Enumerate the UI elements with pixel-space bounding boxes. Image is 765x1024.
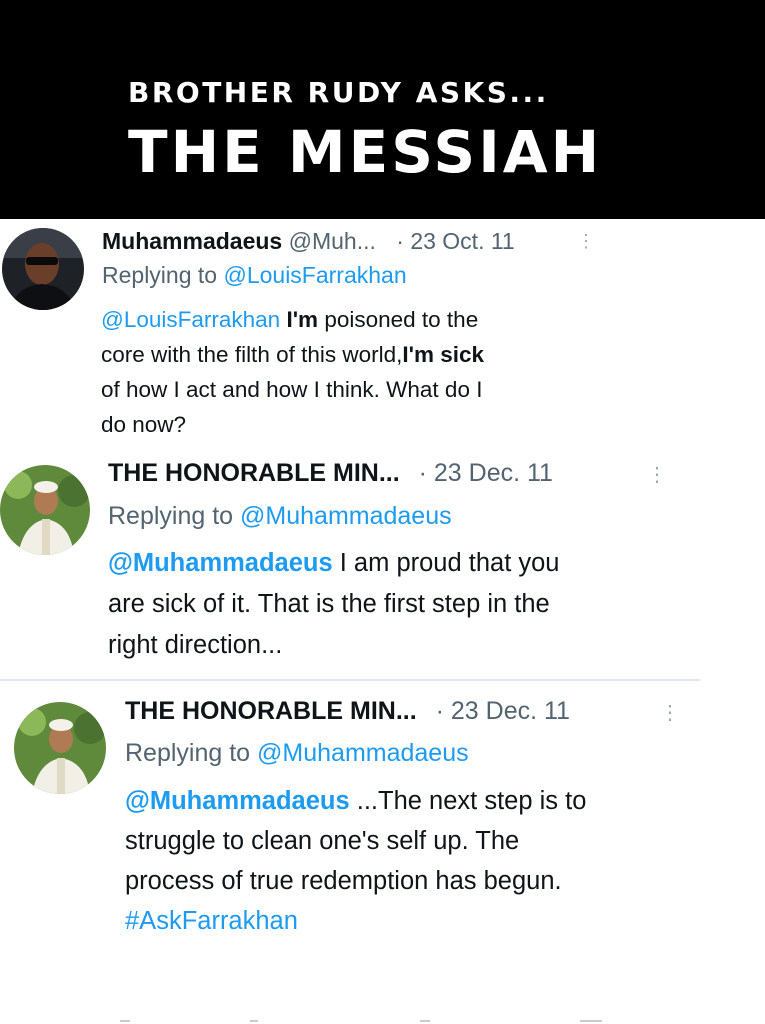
avatar[interactable] bbox=[14, 702, 106, 794]
mention-link[interactable]: @LouisFarrakhan bbox=[101, 307, 280, 332]
tweet-text: @Muhammadaeus I am proud that you are si… bbox=[108, 549, 560, 659]
more-vertical-icon[interactable]: ⋮ bbox=[577, 231, 595, 252]
reply-to-link[interactable]: @LouisFarrakhan bbox=[223, 262, 406, 288]
banner-title: THE MESSIAH bbox=[128, 118, 603, 186]
more-vertical-icon[interactable]: ⋮ bbox=[647, 462, 667, 487]
avatar[interactable] bbox=[2, 228, 84, 310]
avatar[interactable] bbox=[0, 465, 90, 555]
author-name[interactable]: THE HONORABLE MIN... bbox=[108, 459, 400, 487]
tweet-date[interactable]: · 23 Dec. 11 bbox=[419, 459, 553, 487]
tweet-divider bbox=[0, 679, 700, 681]
avatar-image bbox=[14, 702, 106, 794]
tweet-date[interactable]: · 23 Oct. 11 bbox=[396, 228, 514, 254]
replying-label: Replying to bbox=[102, 262, 218, 288]
reply-to-link[interactable]: @Muhammadaeus bbox=[257, 739, 469, 767]
replying-label: Replying to bbox=[108, 502, 234, 530]
tweet-date[interactable]: · 23 Dec. 11 bbox=[436, 697, 570, 725]
more-vertical-icon[interactable]: ⋮ bbox=[660, 700, 680, 725]
cropped-content-edge bbox=[120, 1020, 602, 1022]
banner-subtitle: BROTHER RUDY ASKS... bbox=[128, 76, 549, 109]
avatar-image bbox=[2, 228, 84, 310]
avatar-image bbox=[0, 465, 90, 555]
reply-to-link[interactable]: @Muhammadaeus bbox=[240, 502, 452, 530]
author-handle[interactable]: @Muh... bbox=[289, 228, 376, 254]
mention-link[interactable]: @Muhammadaeus bbox=[125, 787, 350, 815]
author-name[interactable]: Muhammadaeus bbox=[102, 228, 282, 254]
hashtag-link[interactable]: #AskFarrakhan bbox=[125, 907, 298, 935]
author-name[interactable]: THE HONORABLE MIN... bbox=[125, 697, 417, 725]
mention-link[interactable]: @Muhammadaeus bbox=[108, 549, 333, 577]
header-banner: BROTHER RUDY ASKS... THE MESSIAH bbox=[0, 0, 765, 219]
tweet-text: @LouisFarrakhan I'm poisoned to the core… bbox=[101, 307, 485, 437]
tweet-text: @Muhammadaeus ...The next step is to str… bbox=[125, 787, 587, 935]
replying-label: Replying to bbox=[125, 739, 251, 767]
